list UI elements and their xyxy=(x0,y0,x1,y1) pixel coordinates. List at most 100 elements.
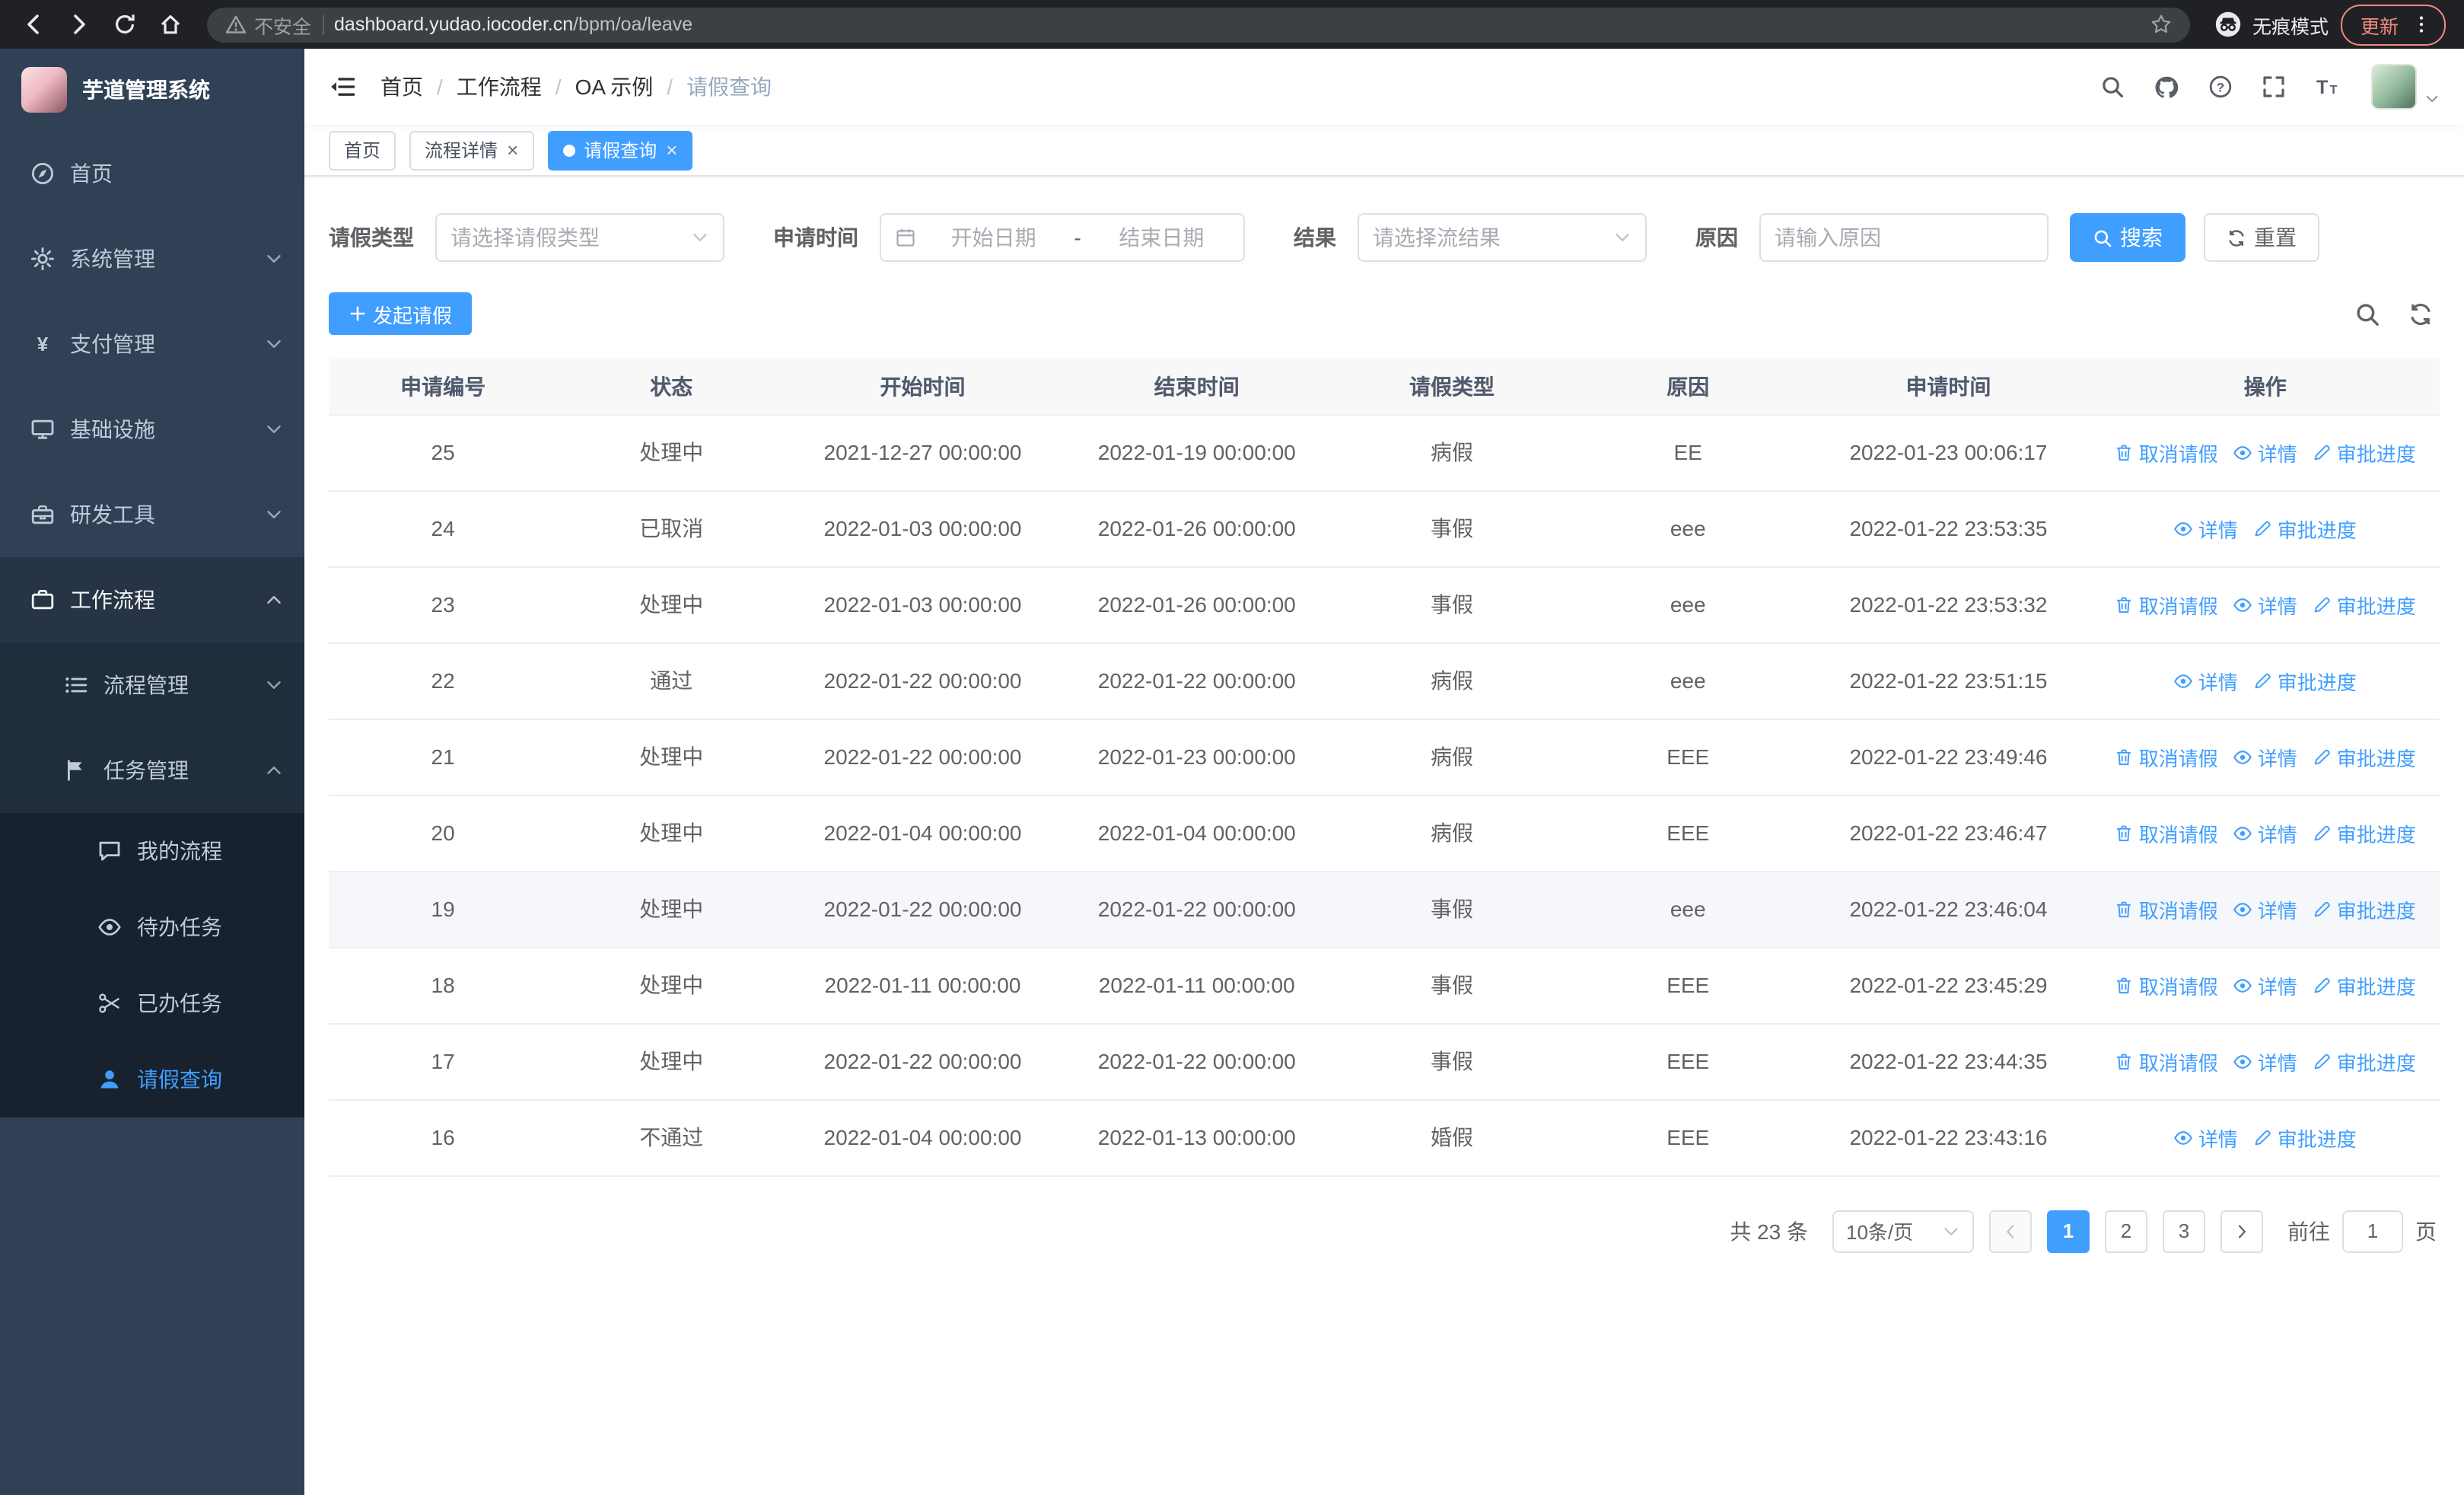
page-button-3[interactable]: 3 xyxy=(2163,1210,2205,1252)
progress-link[interactable]: 审批进度 xyxy=(2313,1047,2416,1076)
end-date-input[interactable] xyxy=(1093,225,1230,250)
update-button[interactable]: 更新 xyxy=(2340,4,2446,45)
apply-time-range[interactable]: - xyxy=(880,213,1245,262)
search-button[interactable]: 搜索 xyxy=(2070,213,2185,262)
action-label: 详情 xyxy=(2257,899,2297,922)
forward-icon[interactable] xyxy=(67,12,91,37)
tab-请假查询[interactable]: 请假查询 × xyxy=(547,130,693,170)
cancel-leave-link[interactable]: 取消请假 xyxy=(2115,438,2218,467)
tab-首页[interactable]: 首页 xyxy=(329,130,396,170)
browser-menu-icon[interactable] xyxy=(2411,14,2432,35)
detail-link[interactable]: 详情 xyxy=(2174,514,2238,543)
cancel-leave-link[interactable]: 取消请假 xyxy=(2115,590,2218,619)
github-icon[interactable] xyxy=(2154,74,2179,100)
detail-link[interactable]: 详情 xyxy=(2233,742,2297,771)
breadcrumb-item[interactable]: 首页 xyxy=(380,72,423,102)
close-tab-icon[interactable]: × xyxy=(666,140,677,160)
cancel-leave-link[interactable]: 取消请假 xyxy=(2115,894,2218,923)
close-tab-icon[interactable]: × xyxy=(507,140,518,160)
sidebar-item-my-process[interactable]: 我的流程 xyxy=(0,813,304,889)
sidebar-item-process-manage[interactable]: 流程管理 xyxy=(0,642,304,728)
eye-icon xyxy=(97,915,122,939)
cell-id: 23 xyxy=(329,566,558,643)
edit-icon xyxy=(2313,975,2332,995)
sidebar-item-done-task[interactable]: 已办任务 xyxy=(0,965,304,1041)
cell-status: 处理中 xyxy=(557,1023,786,1100)
help-icon[interactable]: ? xyxy=(2208,75,2233,99)
tab-流程详情[interactable]: 流程详情 × xyxy=(409,130,534,170)
sidebar-item-leave-query[interactable]: 请假查询 xyxy=(0,1041,304,1117)
cell-type: 病假 xyxy=(1333,795,1571,872)
reason-input[interactable] xyxy=(1775,225,2033,250)
result-select[interactable] xyxy=(1358,213,1647,262)
sidebar-item-payment[interactable]: ¥ 支付管理 xyxy=(0,301,304,387)
progress-link[interactable]: 审批进度 xyxy=(2253,1123,2357,1152)
search-icon[interactable] xyxy=(2100,75,2125,99)
detail-link[interactable]: 详情 xyxy=(2233,971,2297,999)
detail-link[interactable]: 详情 xyxy=(2233,438,2297,467)
security-warning[interactable]: 不安全 xyxy=(225,10,311,39)
table-row: 18 处理中 2022-01-11 00:00:00 2022-01-11 00:00… xyxy=(329,947,2440,1024)
reset-button[interactable]: 重置 xyxy=(2204,213,2319,262)
create-leave-button[interactable]: 发起请假 xyxy=(329,292,473,335)
action-label: 详情 xyxy=(2257,975,2297,998)
cancel-leave-link[interactable]: 取消请假 xyxy=(2115,1047,2218,1076)
cancel-leave-link[interactable]: 取消请假 xyxy=(2115,971,2218,999)
page-button-1[interactable]: 1 xyxy=(2047,1210,2090,1252)
result-input[interactable] xyxy=(1373,225,1604,250)
refresh-icon xyxy=(2227,228,2246,247)
prev-page-button[interactable] xyxy=(1989,1210,2032,1252)
cell-start: 2022-01-04 00:00:00 xyxy=(785,1099,1060,1176)
fullscreen-icon[interactable] xyxy=(2262,75,2286,99)
detail-link[interactable]: 详情 xyxy=(2233,590,2297,619)
sidebar-item-infra[interactable]: 基础设施 xyxy=(0,387,304,472)
reason-field[interactable] xyxy=(1759,213,2049,262)
leave-type-select[interactable] xyxy=(435,213,724,262)
goto-page-input[interactable] xyxy=(2342,1210,2403,1252)
detail-link[interactable]: 详情 xyxy=(2174,666,2238,695)
progress-link[interactable]: 审批进度 xyxy=(2253,666,2357,695)
detail-link[interactable]: 详情 xyxy=(2233,818,2297,847)
sidebar-toggle-icon[interactable] xyxy=(329,73,356,100)
cell-start: 2022-01-03 00:00:00 xyxy=(785,490,1060,567)
leave-type-input[interactable] xyxy=(450,225,682,250)
address-bar[interactable]: 不安全 dashboard.yudao.iocoder.cn/bpm/oa/le… xyxy=(207,7,2190,42)
url-text[interactable]: dashboard.yudao.iocoder.cn/bpm/oa/leave xyxy=(334,14,692,35)
sidebar-item-devtools[interactable]: 研发工具 xyxy=(0,472,304,557)
cancel-leave-link[interactable]: 取消请假 xyxy=(2115,818,2218,847)
page-button-2[interactable]: 2 xyxy=(2105,1210,2147,1252)
sidebar-item-todo-task[interactable]: 待办任务 xyxy=(0,889,304,965)
sidebar-item-task-manage[interactable]: 任务管理 xyxy=(0,728,304,813)
detail-link[interactable]: 详情 xyxy=(2174,1123,2238,1152)
progress-link[interactable]: 审批进度 xyxy=(2313,971,2416,999)
sidebar-item-home[interactable]: 首页 xyxy=(0,131,304,216)
bookmark-star-icon[interactable] xyxy=(2150,14,2172,35)
action-label: 审批进度 xyxy=(2336,442,2416,465)
sidebar-item-system[interactable]: 系统管理 xyxy=(0,216,304,301)
avatar[interactable] xyxy=(2371,64,2417,110)
progress-link[interactable]: 审批进度 xyxy=(2313,590,2416,619)
progress-link[interactable]: 审批进度 xyxy=(2313,818,2416,847)
home-icon[interactable] xyxy=(158,12,183,37)
cell-status: 处理中 xyxy=(557,795,786,872)
progress-link[interactable]: 审批进度 xyxy=(2313,742,2416,771)
cancel-leave-link[interactable]: 取消请假 xyxy=(2115,742,2218,771)
breadcrumb-item[interactable]: 工作流程 xyxy=(457,72,542,102)
user-avatar[interactable] xyxy=(2371,64,2440,110)
progress-link[interactable]: 审批进度 xyxy=(2313,438,2416,467)
sidebar-item-workflow[interactable]: 工作流程 xyxy=(0,557,304,642)
progress-link[interactable]: 审批进度 xyxy=(2313,894,2416,923)
logo[interactable]: 芋道管理系统 xyxy=(0,49,304,131)
next-page-button[interactable] xyxy=(2220,1210,2263,1252)
start-date-input[interactable] xyxy=(925,225,1062,250)
search-icon[interactable] xyxy=(2354,301,2380,327)
back-icon[interactable] xyxy=(21,12,46,37)
page-size-select[interactable]: 10条/页 xyxy=(1832,1210,1974,1252)
breadcrumb-item[interactable]: OA 示例 xyxy=(575,72,654,102)
reload-icon[interactable] xyxy=(113,12,137,37)
progress-link[interactable]: 审批进度 xyxy=(2253,514,2357,543)
font-size-icon[interactable]: TT xyxy=(2315,75,2339,99)
detail-link[interactable]: 详情 xyxy=(2233,894,2297,923)
refresh-icon[interactable] xyxy=(2408,301,2434,327)
detail-link[interactable]: 详情 xyxy=(2233,1047,2297,1076)
